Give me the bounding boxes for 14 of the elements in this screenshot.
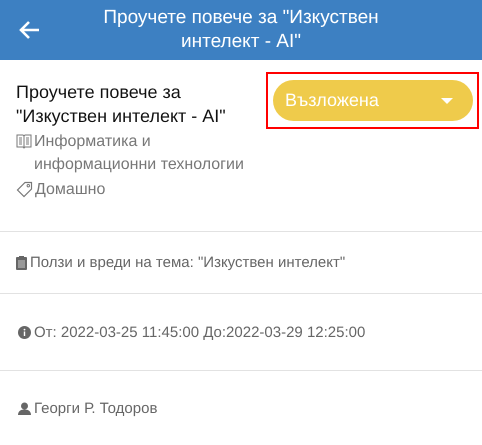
book-icon (16, 133, 32, 149)
screen-title: Проучете повече за "Изкуствен интелект - AI" (102, 6, 380, 54)
task-title: Проучете повече за "Изкуствен интелект - AI" (16, 81, 227, 128)
date-range-text: От: 2022-03-25 11:45:00 До:2022-03-29 12:25:00 (34, 324, 366, 340)
author-name: Георги Р. Тодоров (34, 400, 158, 416)
status-dropdown[interactable]: Възложена (273, 80, 473, 121)
tag-icon (16, 181, 33, 198)
clipboard-icon (16, 256, 27, 270)
subject-label: Информатика и информационни технологии (34, 132, 245, 175)
caret-icon (441, 98, 453, 104)
type-label: Домашно (35, 180, 106, 200)
person-icon (18, 402, 31, 414)
info-icon (18, 326, 31, 338)
description-text: Ползи и вреди на тема: "Изкуствен интелект" (30, 254, 346, 271)
